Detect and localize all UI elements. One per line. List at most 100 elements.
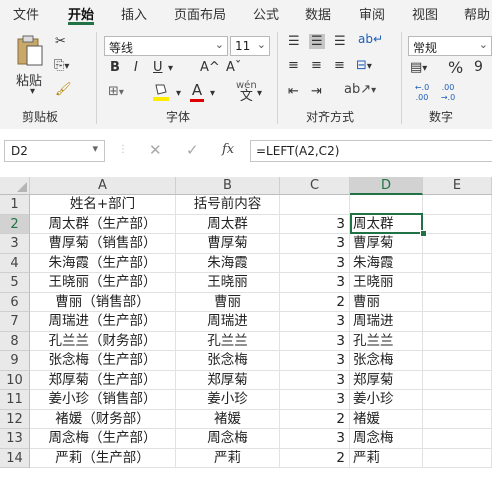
cell-e[interactable]	[423, 234, 492, 254]
font-name-combo[interactable]: 等线 ⌄	[104, 36, 228, 56]
chevron-down-icon[interactable]: ▾	[92, 142, 98, 155]
cell-a[interactable]: 褚媛（财务部）	[30, 409, 176, 429]
cancel-icon[interactable]: ✕	[149, 141, 162, 159]
cell-e[interactable]	[423, 448, 492, 468]
font-size-combo[interactable]: 11 ⌄	[230, 36, 270, 56]
cell-d[interactable]: 曹丽	[350, 292, 423, 312]
phonetic-dropdown-icon[interactable]: ▾	[257, 88, 262, 99]
increase-decimal-button[interactable]: ←.0 .00	[410, 83, 434, 103]
cell-b[interactable]: 姜小珍	[176, 390, 280, 410]
orientation-icon[interactable]: ab↗▾	[344, 82, 376, 97]
shrink-font-button[interactable]: Aˇ	[226, 60, 241, 75]
row-header[interactable]: 9	[0, 351, 30, 371]
cell-d[interactable]: 周瑞进	[350, 312, 423, 332]
cell-a[interactable]: 曹厚菊（销售部）	[30, 234, 176, 254]
paste-dropdown-icon[interactable]: ▾	[30, 86, 35, 97]
tab-formulas[interactable]: 公式	[253, 4, 279, 23]
cell-d[interactable]: 曹厚菊	[350, 234, 423, 254]
borders-icon[interactable]: ⊞▾	[108, 84, 124, 99]
cell-a[interactable]: 周念梅（生产部）	[30, 429, 176, 449]
row-header[interactable]: 11	[0, 390, 30, 410]
wrap-text-icon[interactable]: ab↵	[358, 32, 383, 46]
fill-handle[interactable]	[420, 230, 427, 237]
cell-c[interactable]: 3	[280, 351, 350, 371]
select-all-corner[interactable]	[0, 177, 30, 195]
grow-font-button[interactable]: A^	[200, 60, 220, 75]
underline-dropdown-icon[interactable]: ▾	[168, 63, 173, 74]
tab-home[interactable]: 开始	[68, 4, 94, 23]
cell-c[interactable]: 3	[280, 370, 350, 390]
column-header-d[interactable]: D	[350, 177, 423, 195]
cell-a[interactable]: 周太群（生产部）	[30, 214, 176, 234]
cell-c[interactable]: 3	[280, 312, 350, 332]
cell-c[interactable]: 3	[280, 214, 350, 234]
phonetic-icon[interactable]: wén 文	[236, 79, 257, 103]
bold-button[interactable]: B	[110, 60, 120, 75]
row-header[interactable]: 7	[0, 312, 30, 332]
cell-e[interactable]	[423, 292, 492, 312]
cell-d[interactable]: 郑厚菊	[350, 370, 423, 390]
tab-insert[interactable]: 插入	[121, 4, 147, 23]
tab-view[interactable]: 视图	[412, 4, 438, 23]
tab-file[interactable]: 文件	[13, 4, 39, 23]
cell-c[interactable]: 3	[280, 429, 350, 449]
percent-button[interactable]: %	[448, 58, 463, 77]
cell-d[interactable]: 严莉	[350, 448, 423, 468]
cell-b[interactable]: 郑厚菊	[176, 370, 280, 390]
cell-a[interactable]: 曹丽（销售部）	[30, 292, 176, 312]
cell-d[interactable]: 褚媛	[350, 409, 423, 429]
column-header-e[interactable]: E	[423, 177, 492, 195]
align-center-icon[interactable]: ≡	[311, 58, 322, 73]
cell-b[interactable]: 孔兰兰	[176, 331, 280, 351]
decrease-decimal-button[interactable]: .00 →.0	[436, 83, 460, 103]
align-left-icon[interactable]: ≡	[288, 58, 299, 73]
cell-c[interactable]: 2	[280, 292, 350, 312]
cell-e[interactable]	[423, 351, 492, 371]
tab-data[interactable]: 数据	[305, 4, 331, 23]
cell-e[interactable]	[423, 312, 492, 332]
column-header-a[interactable]: A	[30, 177, 176, 195]
font-color-icon[interactable]: A	[190, 81, 204, 102]
cell-b[interactable]: 周瑞进	[176, 312, 280, 332]
tab-page-layout[interactable]: 页面布局	[174, 4, 226, 23]
cell-b[interactable]: 王晓丽	[176, 273, 280, 293]
underline-button[interactable]: U	[153, 60, 163, 75]
align-bottom-icon[interactable]: ☰	[334, 34, 346, 49]
cell-b[interactable]: 周念梅	[176, 429, 280, 449]
number-format-combo[interactable]: 常规 ⌄	[408, 36, 492, 56]
cell-b[interactable]: 曹厚菊	[176, 234, 280, 254]
cell-d[interactable]: 周太群	[350, 214, 423, 234]
cell-d[interactable]: 姜小珍	[350, 390, 423, 410]
formula-input[interactable]: =LEFT(A2,C2)	[250, 140, 492, 162]
fill-color-icon[interactable]	[152, 82, 170, 106]
cell-a[interactable]: 郑厚菊（生产部）	[30, 370, 176, 390]
align-right-icon[interactable]: ≡	[334, 58, 345, 73]
row-header[interactable]: 12	[0, 409, 30, 429]
cell-a[interactable]: 张念梅（生产部）	[30, 351, 176, 371]
format-painter-icon[interactable]: 🖌	[55, 82, 72, 97]
fill-color-dropdown-icon[interactable]: ▾	[176, 88, 181, 99]
row-header[interactable]: 6	[0, 292, 30, 312]
column-header-c[interactable]: C	[280, 177, 350, 195]
cell-d[interactable]	[350, 195, 423, 215]
cell-b[interactable]: 曹丽	[176, 292, 280, 312]
cell-b[interactable]: 括号前内容	[176, 195, 280, 215]
cell-e[interactable]	[423, 409, 492, 429]
cell-a[interactable]: 朱海霞（生产部）	[30, 253, 176, 273]
row-header[interactable]: 5	[0, 273, 30, 293]
row-header[interactable]: 14	[0, 448, 30, 468]
cell-c[interactable]	[280, 195, 350, 215]
row-header[interactable]: 13	[0, 429, 30, 449]
cell-e[interactable]	[423, 390, 492, 410]
cell-c[interactable]: 2	[280, 448, 350, 468]
comma-style-button[interactable]: 9	[474, 59, 483, 75]
cell-c[interactable]: 3	[280, 331, 350, 351]
row-header[interactable]: 2	[0, 214, 30, 234]
confirm-icon[interactable]: ✓	[186, 141, 199, 159]
insert-function-icon[interactable]: fx	[222, 142, 234, 157]
cell-a[interactable]: 姜小珍（销售部）	[30, 390, 176, 410]
cell-a[interactable]: 孔兰兰（财务部）	[30, 331, 176, 351]
cell-e[interactable]	[423, 331, 492, 351]
drag-handle-icon[interactable]: ⋮	[118, 144, 128, 155]
cell-c[interactable]: 3	[280, 234, 350, 254]
